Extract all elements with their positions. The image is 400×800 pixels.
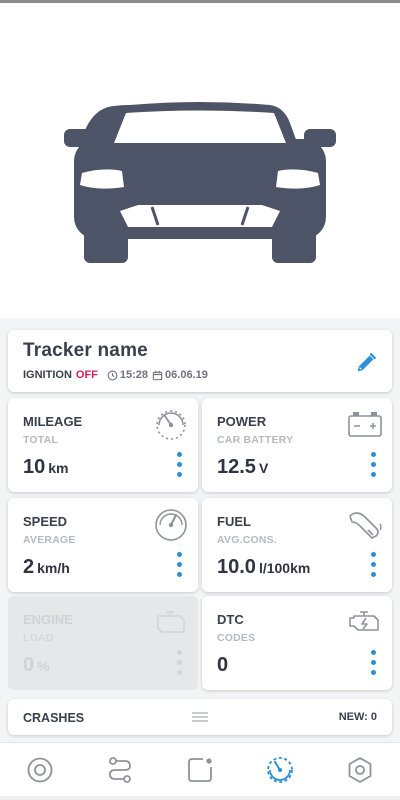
power-card[interactable]: POWER CAR BATTERY 12.5 V — [202, 398, 392, 492]
calendar-icon — [152, 370, 163, 380]
last-update-time: 15:28 — [107, 369, 148, 381]
pencil-icon[interactable] — [355, 352, 377, 374]
metric-unit: km/h — [37, 560, 70, 576]
metric-subtitle: AVG.CONS. — [217, 534, 277, 546]
tab-settings[interactable] — [340, 751, 380, 789]
metric-title: FUEL — [217, 514, 251, 529]
metric-subtitle: CODES — [217, 632, 256, 644]
last-update-date: 06.06.19 — [152, 369, 208, 381]
fuel-more-button[interactable] — [368, 552, 378, 582]
metric-value: 10 km — [23, 456, 68, 479]
vehicle-hero — [0, 3, 400, 313]
metric-value: 10.0 l/100km — [217, 556, 310, 579]
engine-more-button — [174, 650, 184, 680]
metric-value: 12.5 V — [217, 456, 268, 479]
tab-tracker[interactable] — [20, 751, 60, 789]
tab-routes[interactable] — [100, 751, 140, 789]
dtc-more-button[interactable] — [368, 650, 378, 680]
date-text: 06.06.19 — [165, 369, 208, 381]
metric-number: 10 — [23, 456, 46, 478]
crashes-label: CRASHES — [23, 711, 85, 725]
battery-icon — [348, 412, 382, 437]
route-icon — [109, 757, 131, 783]
metric-number: 2 — [23, 556, 35, 578]
speed-more-button[interactable] — [174, 552, 184, 582]
metric-title: POWER — [217, 414, 267, 429]
metric-title: SPEED — [23, 514, 68, 529]
power-more-button[interactable] — [368, 452, 378, 482]
metric-number: 0 — [217, 654, 229, 676]
tracker-status-line: IGNITION OFF 15:28 06.06.19 — [23, 369, 208, 381]
metric-title: DTC — [217, 612, 244, 627]
clock-icon — [107, 370, 118, 380]
car-front-icon — [64, 102, 336, 263]
speedometer-icon — [155, 509, 187, 541]
metric-title: ENGINE — [23, 612, 73, 627]
metric-number: 0 — [23, 654, 35, 676]
fuel-nozzle-icon — [349, 512, 382, 539]
metric-value: 0% — [23, 654, 50, 677]
dashboard-content: Tracker name IGNITION OFF 15:28 06.06.19… — [0, 318, 400, 750]
mileage-card[interactable]: MILEAGE TOTAL 10 km — [8, 398, 198, 492]
metric-unit: l/100km — [258, 560, 311, 576]
metric-number: 12.5 — [217, 456, 256, 478]
crashes-new-count: NEW: 0 — [338, 711, 377, 723]
engine-card: ENGINE LOAD 0% — [8, 596, 198, 690]
odometer-icon — [156, 410, 186, 440]
ignition-label: IGNITION — [23, 369, 72, 381]
metric-subtitle: LOAD — [23, 632, 54, 644]
fuel-card[interactable]: FUEL AVG.CONS. 10.0 l/100km — [202, 498, 392, 592]
target-icon — [27, 757, 53, 783]
tracker-name: Tracker name — [23, 340, 148, 361]
tab-notifications[interactable] — [180, 751, 220, 789]
engine-icon — [157, 611, 185, 633]
metric-value: 0 — [217, 654, 231, 677]
metric-subtitle: AVERAGE — [23, 534, 76, 546]
speed-card[interactable]: SPEED AVERAGE 2 km/h — [8, 498, 198, 592]
ignition-status: OFF — [75, 369, 98, 381]
metric-value: 2 km/h — [23, 556, 70, 579]
drag-handle-icon[interactable] — [191, 712, 209, 722]
metric-subtitle: CAR BATTERY — [217, 434, 294, 446]
engine-warning-icon — [349, 611, 379, 631]
time-text: 15:28 — [119, 369, 149, 381]
mileage-more-button[interactable] — [174, 452, 184, 482]
metric-unit: % — [37, 658, 50, 674]
tab-dashboard[interactable] — [260, 751, 300, 789]
metric-unit: V — [258, 460, 269, 476]
gauge-icon — [267, 757, 293, 783]
metric-number: 10.0 — [217, 556, 256, 578]
hexagon-settings-icon — [348, 757, 372, 783]
bottom-strip — [0, 796, 400, 800]
metric-unit: km — [48, 460, 69, 476]
tracker-card[interactable]: Tracker name IGNITION OFF 15:28 06.06.19 — [8, 330, 392, 392]
crashes-panel[interactable]: CRASHES NEW: 0 — [8, 699, 392, 735]
metric-subtitle: TOTAL — [23, 434, 59, 446]
bottom-tab-bar — [0, 742, 400, 796]
metric-title: MILEAGE — [23, 414, 83, 429]
dtc-card[interactable]: DTC CODES 0 — [202, 596, 392, 690]
notification-icon — [188, 758, 212, 782]
